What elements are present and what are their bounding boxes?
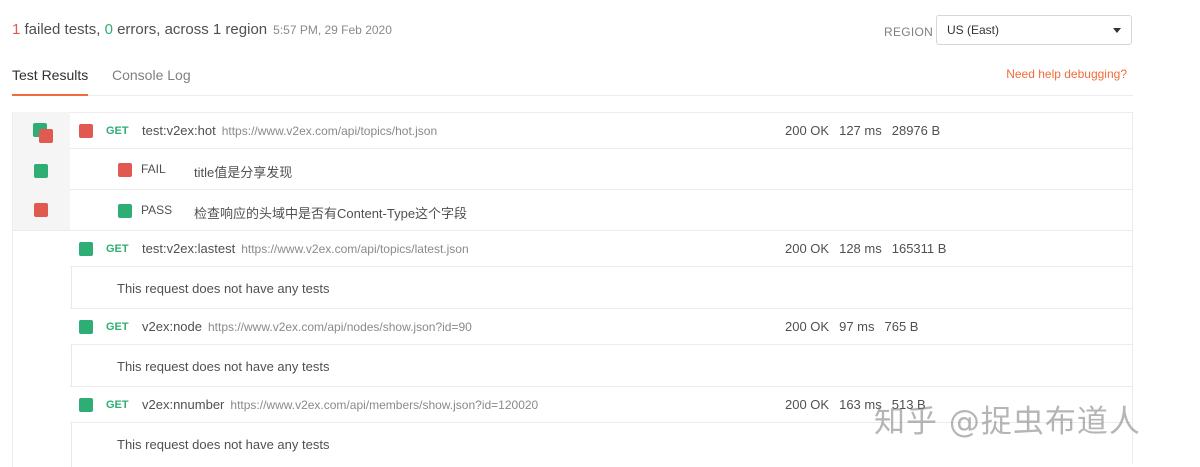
result-tabs: Test Results Console Log Need help debug…	[12, 62, 1133, 96]
request-name: test:v2ex:hot	[142, 123, 216, 138]
request-method: GET	[106, 321, 129, 333]
request-name: v2ex:nnumber	[142, 397, 225, 412]
request-url: https://www.v2ex.com/api/members/show.js…	[230, 398, 539, 412]
pass-icon	[79, 320, 93, 334]
response-size: 165311 B	[891, 241, 947, 256]
status-filter-strip	[12, 112, 72, 467]
request-name-group: v2ex:nnumber https://www.v2ex.com/api/mem…	[142, 397, 538, 412]
response-size: 765 B	[884, 319, 919, 334]
test-result-row: FAIL title值是分享发现	[70, 148, 1133, 189]
response-meta: 200 OK 97 ms 765 B	[785, 319, 928, 334]
watermark: 知乎 @捉虫布道人	[874, 404, 1141, 440]
response-size: 28976 B	[891, 123, 941, 138]
tab-console-log[interactable]: Console Log	[112, 67, 191, 83]
request-method: GET	[106, 125, 129, 137]
request-method: GET	[106, 243, 129, 255]
no-tests-row: This request does not have any tests	[70, 266, 1133, 308]
run-summary: 1 failed tests, 0 errors, across 1 regio…	[12, 21, 392, 38]
no-tests-note: This request does not have any tests	[117, 359, 330, 374]
response-time: 127 ms	[839, 123, 882, 138]
tab-test-results[interactable]: Test Results	[12, 67, 89, 96]
pass-icon	[79, 398, 93, 412]
response-time: 128 ms	[839, 241, 882, 256]
filter-passed[interactable]	[13, 150, 71, 191]
request-name-group: v2ex:node https://www.v2ex.com/api/nodes/…	[142, 319, 472, 334]
failed-text: failed tests,	[20, 21, 105, 38]
request-url: https://www.v2ex.com/api/topics/latest.j…	[241, 242, 469, 256]
response-status: 200 OK	[785, 397, 830, 412]
request-name-group: test:v2ex:hot https://www.v2ex.com/api/to…	[142, 123, 437, 138]
test-status: PASS	[141, 203, 173, 217]
region-dropdown[interactable]: US (East)	[936, 15, 1132, 45]
request-row[interactable]: GET test:v2ex:lastest https://www.v2ex.co…	[70, 230, 1133, 266]
request-row[interactable]: GET v2ex:node https://www.v2ex.com/api/no…	[70, 308, 1133, 344]
response-meta: 200 OK 127 ms 28976 B	[785, 123, 950, 138]
test-result-row: PASS 检查响应的头域中是否有Content-Type这个字段	[70, 189, 1133, 230]
error-text: errors, across 1 region	[112, 21, 268, 38]
fail-icon	[39, 129, 53, 143]
no-tests-note: This request does not have any tests	[117, 281, 330, 296]
request-url: https://www.v2ex.com/api/topics/hot.json	[221, 124, 438, 138]
error-count: 0	[104, 21, 113, 38]
chevron-down-icon	[1113, 27, 1121, 33]
request-row[interactable]: GET test:v2ex:hot https://www.v2ex.com/ap…	[70, 112, 1133, 148]
request-url: https://www.v2ex.com/api/nodes/show.json…	[208, 320, 472, 334]
run-timestamp: 5:57 PM, 29 Feb 2020	[273, 23, 392, 37]
response-time: 97 ms	[839, 319, 875, 334]
request-name: test:v2ex:lastest	[142, 241, 236, 256]
help-debugging-link[interactable]: Need help debugging?	[1006, 67, 1127, 81]
request-method: GET	[106, 399, 129, 411]
request-name-group: test:v2ex:lastest https://www.v2ex.com/ap…	[142, 241, 469, 256]
pass-icon	[34, 164, 48, 178]
test-name: 检查响应的头域中是否有Content-Type这个字段	[194, 206, 468, 221]
fail-icon	[34, 203, 48, 217]
region-label: REGION	[884, 25, 934, 39]
test-name: title值是分享发现	[194, 165, 293, 180]
filter-all[interactable]	[13, 112, 71, 151]
request-name: v2ex:node	[142, 319, 202, 334]
pass-icon	[118, 204, 132, 218]
region-selected-value: US (East)	[947, 23, 1000, 37]
fail-icon	[79, 124, 93, 138]
test-status: FAIL	[141, 162, 166, 176]
no-tests-note: This request does not have any tests	[117, 437, 330, 452]
response-status: 200 OK	[785, 241, 830, 256]
filter-failed[interactable]	[13, 190, 71, 231]
response-status: 200 OK	[785, 123, 830, 138]
pass-icon	[79, 242, 93, 256]
no-tests-row: This request does not have any tests	[70, 344, 1133, 386]
response-meta: 200 OK 128 ms 165311 B	[785, 241, 956, 256]
fail-icon	[118, 163, 132, 177]
response-status: 200 OK	[785, 319, 830, 334]
